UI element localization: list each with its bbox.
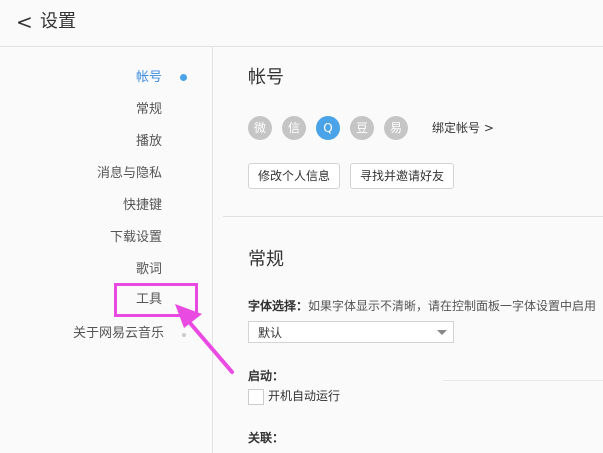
back-arrow-icon[interactable]: < xyxy=(16,10,33,34)
sidebar-item-privacy[interactable]: 消息与隐私 xyxy=(97,164,162,184)
sidebar-item-playback[interactable]: 播放 xyxy=(136,132,162,152)
settings-content: 帐号 微 信 Q 豆 易 绑定帐号 > 修改个人信息 寻找并邀请好友 常规 字体… xyxy=(213,46,603,453)
autostart-checkbox[interactable] xyxy=(248,389,264,405)
sidebar-item-about[interactable]: 关于网易云音乐 xyxy=(73,324,164,344)
file-association-label: 关联： xyxy=(248,431,285,445)
page-title: 设置 xyxy=(40,11,76,32)
sidebar-item-general[interactable]: 常规 xyxy=(136,100,162,120)
wechat-icon[interactable]: 信 xyxy=(282,116,306,140)
sidebar-item-account[interactable]: 帐号 xyxy=(136,68,162,88)
sidebar-item-lyrics[interactable]: 歌词 xyxy=(136,260,162,280)
edit-profile-button[interactable]: 修改个人信息 xyxy=(248,163,341,189)
chevron-down-icon xyxy=(437,330,447,335)
bind-account-link[interactable]: 绑定帐号 > xyxy=(432,118,494,138)
section-divider xyxy=(223,216,603,217)
header: < 设置 xyxy=(0,0,603,47)
yixin-icon[interactable]: 易 xyxy=(384,116,408,140)
sidebar: 帐号 常规 播放 消息与隐私 快捷键 下载设置 歌词 工具 关于网易云音乐 xyxy=(0,46,213,453)
font-hint-text: 如果字体显示不清晰，请在控制面板一字体设置中启用 xyxy=(308,299,597,313)
font-select-label: 字体选择： xyxy=(248,299,309,313)
weibo-icon[interactable]: 微 xyxy=(248,116,272,140)
font-select-value: 默认 xyxy=(258,326,283,340)
sidebar-item-download[interactable]: 下载设置 xyxy=(110,228,162,248)
douban-icon[interactable]: 豆 xyxy=(350,116,374,140)
font-select-dropdown[interactable]: 默认 xyxy=(248,321,454,343)
divider-line xyxy=(443,380,603,381)
qq-icon[interactable]: Q xyxy=(316,116,340,140)
autostart-label: 开机自动运行 xyxy=(268,389,341,403)
startup-label: 启动： xyxy=(248,369,285,383)
section-title-general: 常规 xyxy=(248,249,284,270)
active-indicator-dot xyxy=(180,74,187,81)
section-title-account: 帐号 xyxy=(248,67,284,88)
font-select-row: 字体选择：如果字体显示不清晰，请在控制面板一字体设置中启用 xyxy=(248,298,596,314)
find-friends-button[interactable]: 寻找并邀请好友 xyxy=(350,163,455,189)
sidebar-item-shortcuts[interactable]: 快捷键 xyxy=(123,196,162,216)
